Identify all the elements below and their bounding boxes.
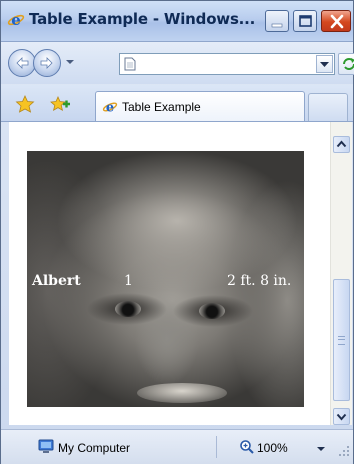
table-cell-number: 1 <box>124 273 133 289</box>
table-cell-name: Albert <box>32 273 81 289</box>
resize-grip-icon[interactable] <box>337 444 351 458</box>
window-title: Table Example - Windows... <box>29 10 256 28</box>
chevron-down-icon <box>320 62 329 67</box>
photo-detail <box>199 303 225 319</box>
close-button[interactable] <box>321 10 351 32</box>
refresh-icon <box>343 58 354 70</box>
navigation-bar <box>1 42 354 84</box>
svg-text:e: e <box>106 101 114 116</box>
chevron-up-icon <box>336 140 347 148</box>
minimize-button[interactable] <box>265 10 289 32</box>
svg-text:e: e <box>11 11 21 29</box>
security-zone[interactable]: My Computer <box>11 437 211 457</box>
zoom-icon <box>240 440 254 454</box>
page-icon <box>124 57 136 71</box>
maximize-icon <box>299 15 312 27</box>
zone-label: My Computer <box>58 441 131 455</box>
scroll-thumb[interactable] <box>333 279 350 401</box>
browser-window: e Table Example - Windows... e Table Exa… <box>0 0 354 464</box>
ie-icon: e <box>7 11 25 29</box>
ie-icon: e <box>102 101 118 116</box>
add-favorite-icon[interactable] <box>49 95 71 113</box>
tab-label: Table Example <box>122 100 201 114</box>
zoom-control[interactable]: 100% <box>229 437 329 457</box>
tab-bar: e Table Example <box>1 85 353 122</box>
page-content: Albert 1 2 ft. 8 in. <box>9 122 330 425</box>
table-cell-height: 2 ft. 8 in. <box>227 273 292 289</box>
back-button[interactable] <box>8 49 36 77</box>
chevron-down-icon <box>317 447 325 451</box>
refresh-button[interactable] <box>338 53 354 75</box>
chevron-down-icon[interactable] <box>65 58 75 66</box>
status-bar: My Computer 100% <box>1 429 353 464</box>
zoom-level: 100% <box>257 441 288 455</box>
title-bar[interactable]: e Table Example - Windows... <box>1 1 353 42</box>
computer-icon <box>38 439 54 453</box>
back-arrow-icon <box>16 57 29 69</box>
close-icon <box>330 14 344 29</box>
forward-arrow-icon <box>40 57 53 69</box>
chevron-down-icon <box>336 413 347 421</box>
status-divider <box>216 436 217 458</box>
scroll-down-button[interactable] <box>333 408 350 425</box>
photo-detail <box>137 383 227 403</box>
forward-button[interactable] <box>33 49 61 77</box>
photo-detail <box>115 301 141 317</box>
einstein-photo-table: Albert 1 2 ft. 8 in. <box>27 151 304 407</box>
address-dropdown-button[interactable] <box>316 55 333 73</box>
maximize-button[interactable] <box>293 10 317 32</box>
new-tab-button[interactable] <box>308 93 348 121</box>
star-icon[interactable] <box>15 95 35 113</box>
tab-table-example[interactable]: e Table Example <box>95 91 305 121</box>
vertical-scrollbar[interactable] <box>330 122 352 425</box>
minimize-icon <box>271 23 283 28</box>
scroll-up-button[interactable] <box>333 136 350 153</box>
grip-icon <box>338 336 345 345</box>
address-bar[interactable] <box>119 53 335 75</box>
